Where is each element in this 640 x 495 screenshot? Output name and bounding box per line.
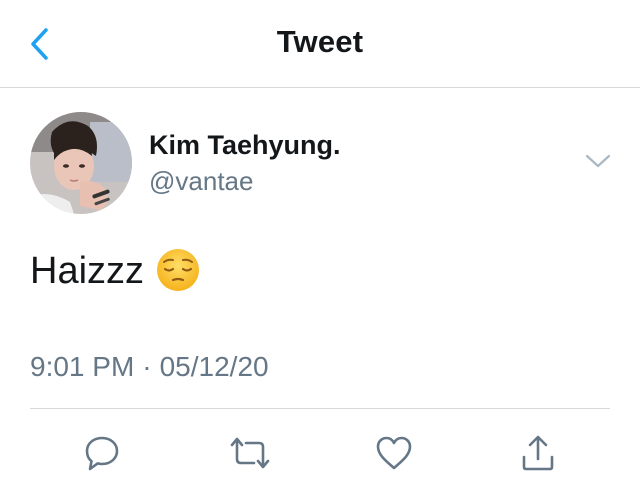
comment-bubble-icon [85,436,119,471]
share-button[interactable] [515,430,561,476]
pensive-face-emoji [157,248,200,291]
tweet-body: Haizzz [30,250,145,292]
tweet-timestamp: 9:01 PM · 05/12/20 [30,351,269,383]
profile-photo [30,112,132,214]
retweet-icon [230,437,270,469]
tweet-text: Haizzz [30,248,200,293]
action-bar [0,430,640,476]
page-title: Tweet [276,24,364,59]
divider [30,408,610,409]
avatar[interactable] [30,112,132,214]
tweet-date: 05/12/20 [159,351,269,382]
share-icon [522,435,554,471]
retweet-button[interactable] [227,430,273,476]
like-button[interactable] [371,430,417,476]
heart-icon [376,436,412,470]
author-handle[interactable]: @vantae [149,166,253,197]
chevron-down-icon[interactable] [584,152,612,170]
top-bar: Tweet [0,0,640,88]
author-name[interactable]: Kim Taehyung. [149,130,341,161]
tweet-time: 9:01 PM [30,351,135,382]
reply-button[interactable] [79,430,125,476]
separator-dot: · [142,351,152,382]
